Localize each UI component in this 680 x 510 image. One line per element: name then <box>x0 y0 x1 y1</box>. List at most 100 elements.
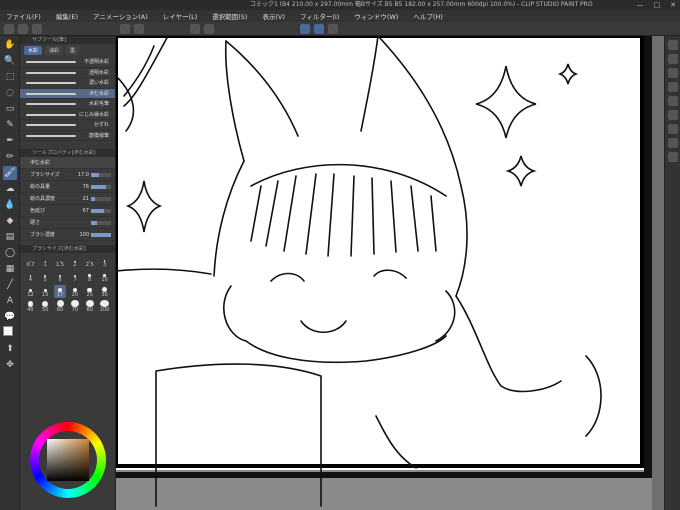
brush-icon[interactable]: 🖌 <box>3 166 17 180</box>
close-button[interactable]: ✕ <box>670 0 676 10</box>
brush-size-option[interactable]: 80 <box>83 300 96 313</box>
undo-icon[interactable] <box>120 24 130 34</box>
gradient-icon[interactable]: ▤ <box>3 230 17 244</box>
balloon-icon[interactable]: 💬 <box>3 310 17 324</box>
brush-item[interactable]: かすれ <box>20 120 115 131</box>
operation-icon[interactable]: ⬆ <box>3 342 17 356</box>
brush-size-option[interactable]: 15 <box>39 285 52 298</box>
menu-window[interactable]: ウィンドウ(W) <box>348 11 407 21</box>
brush-size-option[interactable]: 50 <box>39 300 52 313</box>
brush-size-option[interactable]: 1.5 <box>54 255 67 268</box>
brush-size-option[interactable]: 25 <box>83 285 96 298</box>
menu-selection[interactable]: 選択範囲(S) <box>206 11 256 21</box>
brush-item[interactable]: 筋模様筆 <box>20 131 115 141</box>
brush-item[interactable]: 不透明水彩 <box>20 57 115 68</box>
brush-size-option[interactable]: 30 <box>98 285 111 298</box>
brush-size-option[interactable]: 60 <box>54 300 67 313</box>
brush-size-option[interactable]: 12 <box>24 285 37 298</box>
property-slider[interactable] <box>91 197 111 201</box>
transform-icon[interactable] <box>204 24 214 34</box>
snap-ruler-icon[interactable] <box>300 24 310 34</box>
lasso-icon[interactable]: ◌ <box>3 86 17 100</box>
airbrush-icon[interactable]: ☁ <box>3 182 17 196</box>
brush-size-option[interactable]: 2.5 <box>83 255 96 268</box>
color-set-icon[interactable] <box>668 152 678 162</box>
brush-size-option[interactable]: 17 <box>53 285 67 298</box>
property-value[interactable]: 67 <box>83 205 89 217</box>
new-file-icon[interactable] <box>4 24 14 34</box>
subtool-tab[interactable]: 油彩 <box>45 46 64 55</box>
info-icon[interactable] <box>668 138 678 148</box>
menu-animation[interactable]: アニメーション(A) <box>87 11 157 21</box>
fill-icon[interactable]: ◆ <box>3 214 17 228</box>
property-slider[interactable] <box>91 209 111 213</box>
brush-size-option[interactable]: 4 <box>24 270 37 283</box>
shape-icon[interactable]: ◯ <box>3 246 17 260</box>
search-icon[interactable] <box>668 124 678 134</box>
move-icon[interactable]: ✥ <box>3 358 17 372</box>
layer-property-icon[interactable] <box>668 110 678 120</box>
brush-item[interactable]: にじみ縁水彩 <box>20 110 115 120</box>
auto-action-icon[interactable] <box>668 96 678 106</box>
brush-size-option[interactable]: 6 <box>54 270 67 283</box>
ruler-icon[interactable]: ╱ <box>3 278 17 292</box>
select-icon[interactable]: ⬚ <box>3 70 17 84</box>
menu-filter[interactable]: フィルター(I) <box>294 11 348 21</box>
clear-icon[interactable] <box>190 24 200 34</box>
canvas-area[interactable] <box>116 36 664 510</box>
hand-icon[interactable]: ✋ <box>3 38 17 52</box>
minimize-button[interactable]: — <box>637 0 644 10</box>
property-value[interactable]: 21 <box>83 193 89 205</box>
brush-size-option[interactable]: 1 <box>39 255 52 268</box>
menu-view[interactable]: 表示(V) <box>256 11 294 21</box>
main-color-swatch[interactable] <box>3 326 13 336</box>
redo-icon[interactable] <box>134 24 144 34</box>
maximize-button[interactable]: □ <box>654 0 661 10</box>
menu-help[interactable]: ヘルプ(H) <box>407 11 451 21</box>
menu-file[interactable]: ファイル(F) <box>0 11 50 21</box>
property-value[interactable]: 17.0 <box>78 169 89 181</box>
brush-size-option[interactable]: 10 <box>98 270 111 283</box>
property-value[interactable]: 100 <box>79 229 89 241</box>
property-slider[interactable] <box>91 173 111 177</box>
brush-item[interactable]: 濃い水彩 <box>20 78 115 89</box>
brush-size-option[interactable]: 3 <box>98 255 111 268</box>
material-icon[interactable] <box>668 68 678 78</box>
brush-size-option[interactable]: 70 <box>68 300 81 313</box>
menu-layer[interactable]: レイヤー(L) <box>157 11 207 21</box>
history-icon[interactable] <box>668 82 678 92</box>
navigator-icon[interactable] <box>668 54 678 64</box>
brush-size-option[interactable]: 8 <box>83 270 96 283</box>
property-value[interactable]: 76 <box>83 181 89 193</box>
subtool-tab[interactable]: 墨 <box>66 46 80 55</box>
zoom-icon[interactable]: 🔍 <box>3 54 17 68</box>
menu-edit[interactable]: 編集(E) <box>50 11 87 21</box>
eyedropper-icon[interactable]: ✎ <box>3 118 17 132</box>
layer-icon[interactable] <box>668 40 678 50</box>
eraser-icon[interactable]: ▭ <box>3 102 17 116</box>
blend-icon[interactable]: 💧 <box>3 198 17 212</box>
brush-item[interactable]: 透明水彩 <box>20 68 115 78</box>
save-icon[interactable] <box>32 24 42 34</box>
snap-grid-icon[interactable] <box>314 24 324 34</box>
snap-perspective-icon[interactable] <box>328 24 338 34</box>
property-slider[interactable] <box>91 221 111 225</box>
brush-item[interactable]: 滲む水彩 <box>20 88 115 99</box>
property-slider[interactable] <box>91 185 111 189</box>
brush-size-option[interactable]: 2 <box>68 255 81 268</box>
brush-item[interactable]: 水彩毛筆 <box>20 99 115 110</box>
subtool-tab[interactable]: 水彩 <box>24 46 43 55</box>
brush-size-option[interactable]: 7 <box>68 270 81 283</box>
canvas-scrollbar[interactable] <box>652 36 664 510</box>
brush-size-option[interactable]: 20 <box>68 285 81 298</box>
brush-size-option[interactable]: 0.7 <box>24 255 37 268</box>
brush-size-option[interactable]: 40 <box>24 300 37 313</box>
open-icon[interactable] <box>18 24 28 34</box>
frame-icon[interactable]: ▦ <box>3 262 17 276</box>
brush-size-option[interactable]: 5 <box>39 270 52 283</box>
brush-size-option[interactable]: 100 <box>98 300 111 313</box>
text-icon[interactable]: A <box>3 294 17 308</box>
pen-icon[interactable]: ✒ <box>3 134 17 148</box>
saturation-value-square[interactable] <box>47 439 89 481</box>
property-slider[interactable] <box>91 233 111 237</box>
